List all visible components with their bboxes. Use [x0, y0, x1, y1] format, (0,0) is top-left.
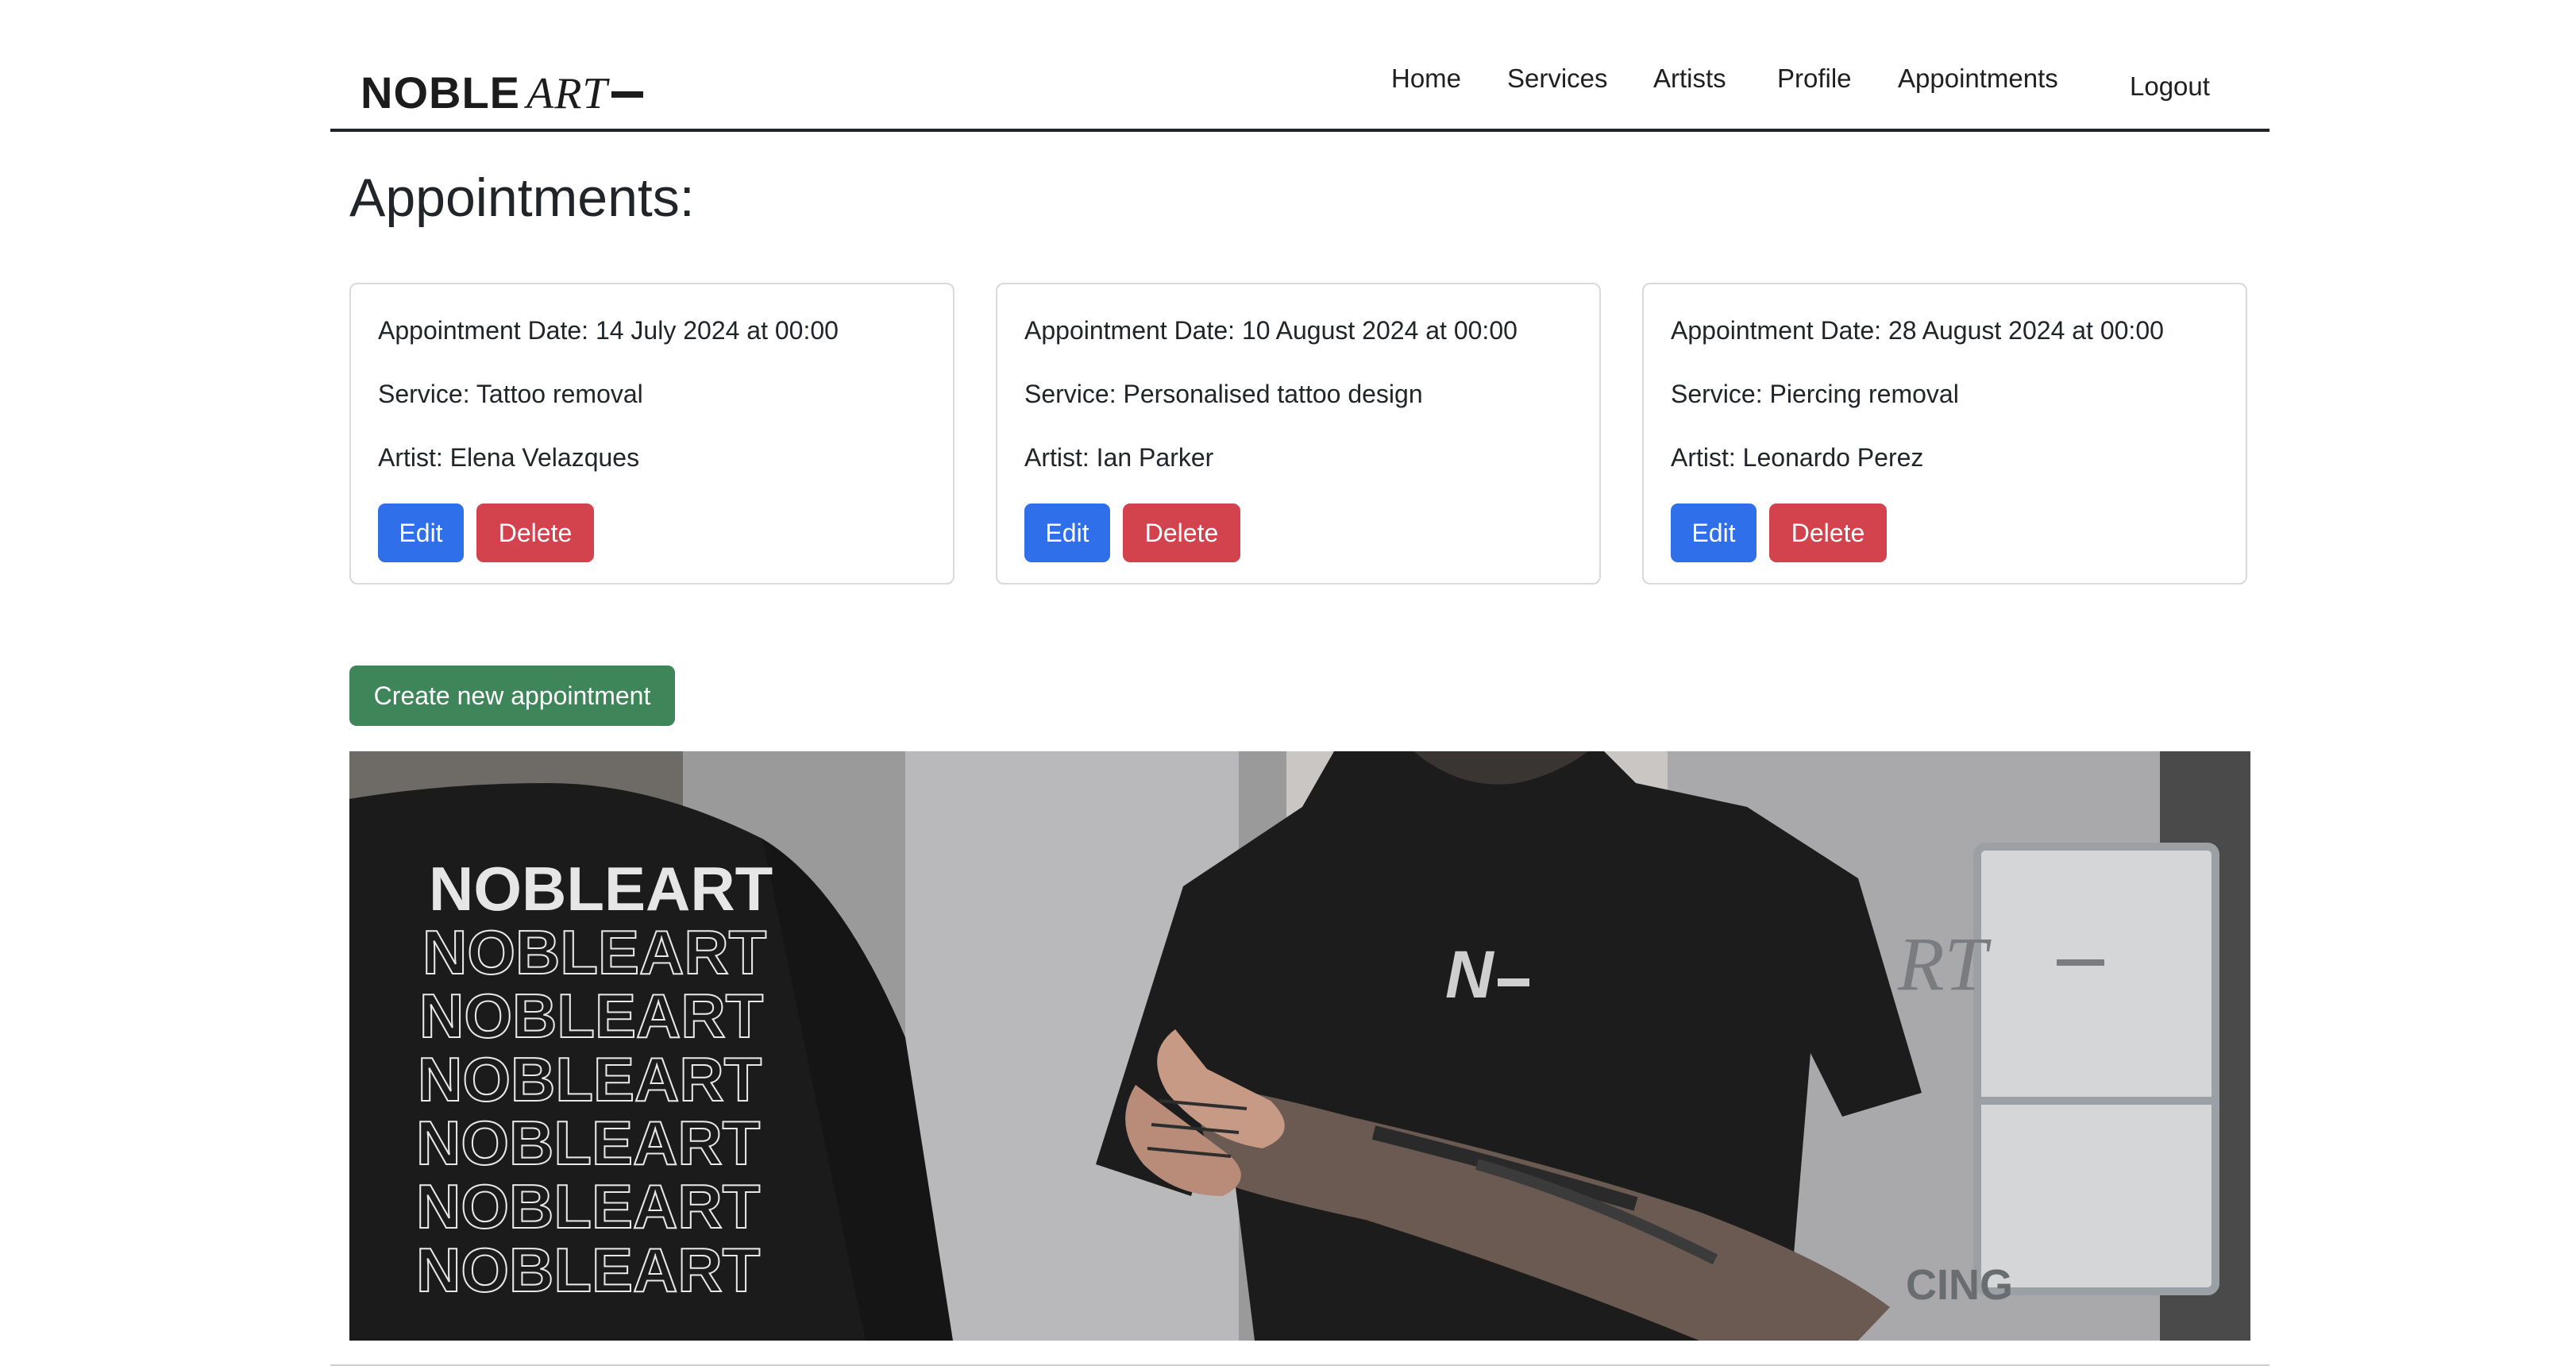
sign-text: RT: [1897, 921, 1992, 1006]
appointment-cards: Appointment Date: 14 July 2024 at 00:00 …: [349, 283, 2250, 588]
shirt-back-text-7: NOBLEART: [416, 1235, 760, 1305]
appointment-date: Appointment Date: 28 August 2024 at 00:0…: [1671, 316, 2164, 345]
appointment-card: Appointment Date: 10 August 2024 at 00:0…: [996, 283, 1601, 585]
navbar: NOBLE ART Home Services Artists Profile A…: [330, 48, 2269, 132]
edit-button[interactable]: Edit: [378, 504, 464, 562]
nav-home[interactable]: Home: [1391, 64, 1461, 94]
appointment-artist: Artist: Leonardo Perez: [1671, 443, 1924, 472]
delete-button[interactable]: Delete: [1123, 504, 1240, 562]
hero-illustration: RT CING NOBLEART NOBLEART NOBLEART NOBLE…: [349, 751, 2250, 1341]
appointment-artist: Artist: Ian Parker: [1024, 443, 1214, 472]
nav-logout[interactable]: Logout: [2130, 71, 2210, 102]
shirt-back-text-5: NOBLEART: [416, 1108, 760, 1178]
delete-button[interactable]: Delete: [476, 504, 594, 562]
edit-button[interactable]: Edit: [1024, 504, 1110, 562]
nav-profile[interactable]: Profile: [1777, 64, 1852, 94]
delete-button[interactable]: Delete: [1769, 504, 1887, 562]
nav-appointments[interactable]: Appointments: [1898, 64, 2058, 94]
shirt-back-text-2: NOBLEART: [422, 917, 766, 987]
logo[interactable]: NOBLE ART: [361, 67, 643, 119]
appointment-card: Appointment Date: 14 July 2024 at 00:00 …: [349, 283, 954, 585]
appointment-service: Service: Tattoo removal: [378, 380, 643, 408]
appointment-date: Appointment Date: 14 July 2024 at 00:00: [378, 316, 839, 345]
appointment-artist: Artist: Elena Velazques: [378, 443, 640, 472]
case-text: CING: [1906, 1261, 2013, 1309]
shirt-back-text-3: NOBLEART: [419, 981, 763, 1051]
logo-italic-text: ART: [526, 69, 608, 118]
appointment-service: Service: Personalised tattoo design: [1024, 380, 1423, 408]
nav-artists[interactable]: Artists: [1653, 64, 1726, 94]
shirt-back-text-6: NOBLEART: [416, 1171, 760, 1241]
shirt-back-text-1: NOBLEART: [429, 854, 773, 924]
page-title: Appointments:: [349, 168, 695, 228]
nav-services[interactable]: Services: [1507, 64, 1608, 94]
shirt-front-text: N: [1445, 937, 1495, 1012]
shirt-back-text-4: NOBLEART: [418, 1044, 762, 1114]
logo-main-text: NOBLE: [361, 68, 520, 118]
shirt-back-print: NOBLEART NOBLEART NOBLEART NOBLEART NOBL…: [415, 854, 773, 1306]
hero-image: RT CING NOBLEART NOBLEART NOBLEART NOBLE…: [349, 751, 2250, 1341]
appointment-date: Appointment Date: 10 August 2024 at 00:0…: [1024, 316, 1517, 345]
edit-button[interactable]: Edit: [1671, 504, 1757, 562]
appointment-service: Service: Piercing removal: [1671, 380, 1959, 408]
create-appointment-button[interactable]: Create new appointment: [349, 666, 675, 726]
logo-dash: [611, 91, 643, 98]
appointment-card: Appointment Date: 28 August 2024 at 00:0…: [1642, 283, 2247, 585]
page-container: NOBLE ART Home Services Artists Profile A…: [330, 0, 2269, 1366]
